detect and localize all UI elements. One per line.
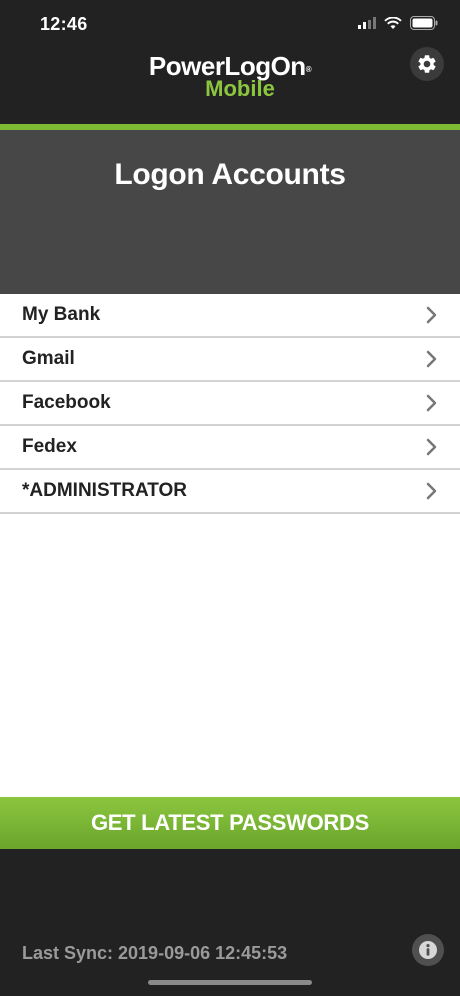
status-icons (358, 16, 438, 30)
account-label: Facebook (22, 392, 111, 413)
app-logo: PowerLogOn® Mobile (0, 52, 460, 100)
logo-subtitle: Mobile (205, 76, 275, 101)
page-title: Logon Accounts (114, 158, 346, 191)
account-label: Fedex (22, 436, 77, 457)
title-band (0, 130, 460, 294)
chevron-right-icon (426, 350, 437, 368)
status-bar: 12:46 (0, 0, 460, 50)
account-item-gmail[interactable]: Gmail (0, 338, 460, 382)
header: 12:46 PowerLogOn® Mobile (0, 0, 460, 124)
chevron-right-icon (426, 438, 437, 456)
wifi-icon (384, 16, 402, 29)
account-list: My Bank Gmail Facebook Fedex *ADMINISTRA… (0, 294, 460, 514)
status-time: 12:46 (40, 14, 88, 34)
get-latest-passwords-button[interactable]: GET LATEST PASSWORDS (0, 797, 460, 849)
account-label: *ADMINISTRATOR (22, 480, 188, 501)
chevron-right-icon (426, 306, 437, 324)
last-sync-status: Last Sync: 2019-09-06 12:45:53 (22, 943, 288, 963)
account-item-administrator[interactable]: *ADMINISTRATOR (0, 470, 460, 514)
app-screen: 12:46 PowerLogOn® Mobile Logon Accounts … (0, 0, 460, 996)
account-item-fedex[interactable]: Fedex (0, 426, 460, 470)
chevron-right-icon (426, 394, 437, 412)
info-button[interactable] (412, 934, 444, 966)
account-label: Gmail (22, 348, 75, 369)
footer: Last Sync: 2019-09-06 12:45:53 (0, 849, 460, 996)
info-icon (419, 941, 437, 959)
account-item-facebook[interactable]: Facebook (0, 382, 460, 426)
account-item-my-bank[interactable]: My Bank (0, 294, 460, 338)
settings-button[interactable] (410, 47, 444, 81)
logo-registered-mark: ® (305, 65, 312, 74)
chevron-right-icon (426, 482, 437, 500)
home-indicator[interactable] (148, 980, 312, 985)
gear-icon (418, 55, 436, 73)
account-label: My Bank (22, 304, 101, 325)
battery-icon (410, 16, 438, 30)
signal-icon (358, 17, 376, 29)
